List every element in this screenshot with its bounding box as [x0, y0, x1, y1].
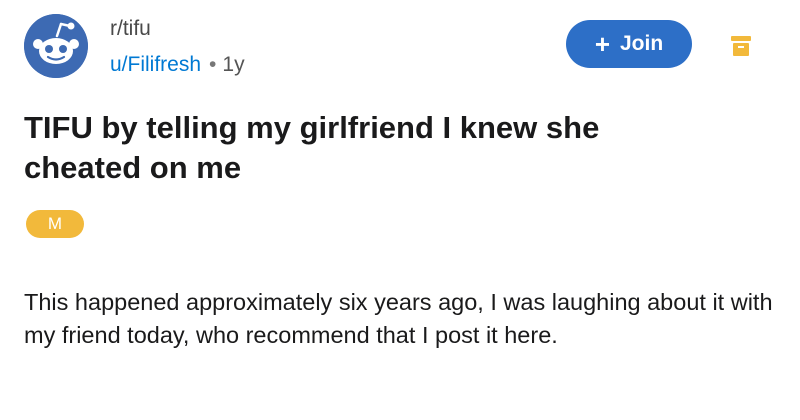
join-button[interactable]: + Join — [566, 20, 692, 68]
post-flair[interactable]: M — [26, 210, 84, 238]
archive-icon[interactable] — [730, 34, 752, 58]
post-header: r/tifu u/Filifresh • 1y + Join — [24, 10, 776, 80]
post-title[interactable]: TIFU by telling my girlfriend I knew she… — [24, 108, 724, 188]
author-line: u/Filifresh • 1y — [110, 52, 245, 78]
author-username[interactable]: u/Filifresh — [110, 53, 201, 76]
post-meta: r/tifu u/Filifresh • 1y — [110, 16, 245, 78]
join-label: Join — [620, 32, 664, 55]
post-body: This happened approximately six years ag… — [24, 289, 773, 348]
snoo-icon — [24, 14, 88, 78]
subreddit-avatar[interactable] — [24, 14, 88, 78]
post-age: 1y — [222, 53, 245, 76]
plus-icon: + — [594, 29, 610, 59]
meta-separator: • — [209, 53, 217, 76]
post-card: r/tifu u/Filifresh • 1y + Join TIFU by tel… — [0, 0, 800, 420]
subreddit-name[interactable]: r/tifu — [110, 16, 245, 42]
